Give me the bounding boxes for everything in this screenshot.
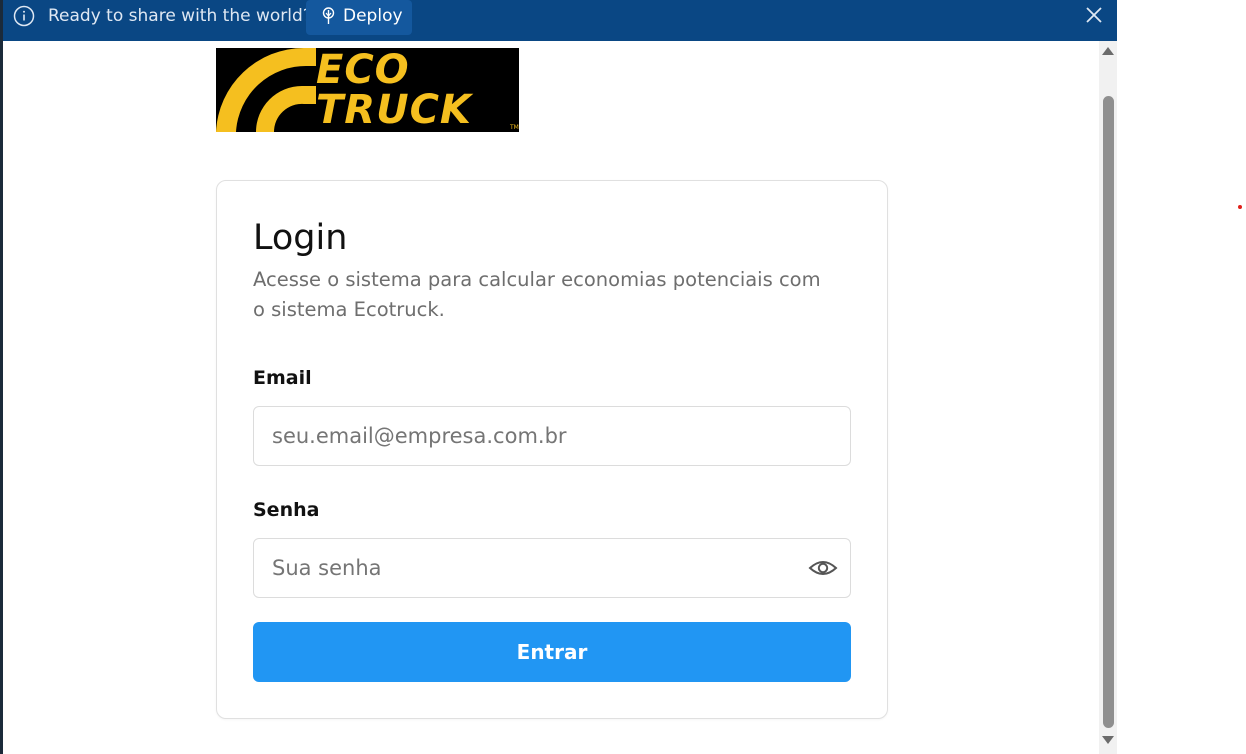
password-input[interactable] [272, 555, 792, 581]
deploy-banner: Ready to share with the world? Deploy [3, 0, 1117, 41]
logo-line1: ECO [316, 48, 410, 93]
password-label: Senha [253, 499, 320, 521]
page-title: Login [253, 218, 348, 258]
logo-arcs [216, 48, 316, 132]
scroll-down-icon[interactable] [1102, 736, 1114, 744]
password-field[interactable] [253, 538, 851, 598]
info-icon [13, 5, 35, 27]
email-field[interactable] [253, 406, 851, 466]
banner-message: Ready to share with the world? [48, 6, 312, 26]
close-icon[interactable] [1085, 6, 1103, 24]
login-subtitle: Acesse o sistema para calcular economias… [253, 268, 821, 321]
red-dot-marker [1238, 205, 1242, 209]
ecotruck-logo: ECO TRUCK TM [216, 48, 519, 132]
window-edge [0, 0, 3, 754]
email-input[interactable] [272, 423, 792, 449]
logo-tm: TM [510, 124, 519, 131]
scrollbar-thumb[interactable] [1103, 96, 1114, 728]
scroll-up-icon[interactable] [1102, 47, 1114, 55]
eye-icon[interactable] [808, 555, 838, 581]
logo-line2: TRUCK [316, 87, 472, 132]
deploy-label: Deploy [343, 6, 403, 26]
vertical-scrollbar[interactable] [1099, 41, 1117, 754]
email-label: Email [253, 367, 312, 389]
deploy-button[interactable]: Deploy [306, 0, 412, 35]
login-submit-button[interactable]: Entrar [253, 622, 851, 682]
deploy-icon [322, 7, 335, 24]
login-card: Login Acesse o sistema para calcular eco… [216, 180, 888, 719]
